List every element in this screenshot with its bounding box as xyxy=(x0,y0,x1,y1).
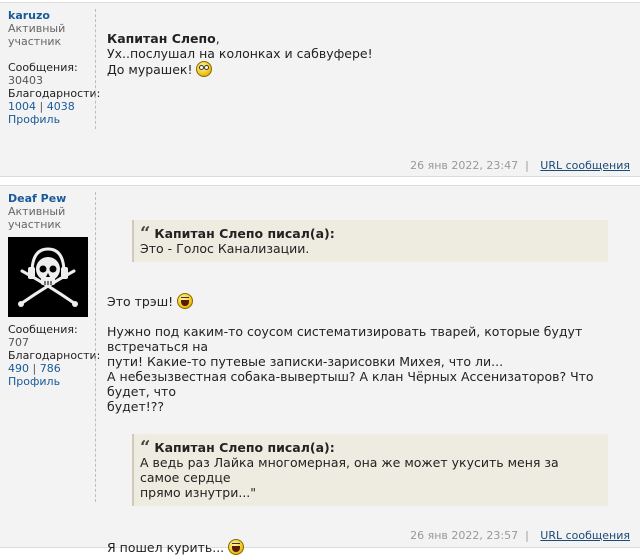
laughing-smiley-icon xyxy=(228,539,245,555)
avatar[interactable] xyxy=(8,237,88,317)
username-link[interactable]: Deaf Pew xyxy=(8,192,66,205)
post-footer: 26 янв 2022, 23:47 | URL сообщения xyxy=(410,159,630,172)
post-body: “ Капитан Слепо писал(а): Это - Голос Ка… xyxy=(107,220,630,555)
post-text-line: Ух..послушал на колонках и сабвуфере! xyxy=(107,46,373,61)
quote-text: Это - Голос Канализации. xyxy=(140,241,310,256)
thanks-given-link[interactable]: 490 xyxy=(8,362,29,375)
quote-mark-icon: “ xyxy=(140,436,151,458)
post-divider xyxy=(95,192,96,502)
messages-count: 707 xyxy=(8,336,29,349)
quote-block: “ Капитан Слепо писал(а): Это - Голос Ка… xyxy=(132,220,608,262)
post-karuzo: karuzo Активный участник Сообщения: 3040… xyxy=(0,2,640,177)
thanks-separator: | xyxy=(39,100,44,113)
messages-label: Сообщения: xyxy=(8,323,78,336)
laughing-smiley-icon xyxy=(177,293,194,309)
quote-mark-icon: “ xyxy=(140,222,151,244)
quote-author: Капитан Слепо писал(а): xyxy=(154,440,335,455)
thanks-separator: | xyxy=(32,362,37,375)
post-body: Капитан Слепо, Ух..послушал на колонках … xyxy=(107,31,630,77)
thanks-label: Благодарности: xyxy=(8,349,101,362)
post-text-line: будет!?? xyxy=(107,399,165,414)
thanks-received-link[interactable]: 4038 xyxy=(47,100,75,113)
post-text-line: А небезызвестная собака-вывертыш? А клан… xyxy=(107,369,594,399)
post-deaf-pew: Deaf Pew Активный участник Сообщения: 70… xyxy=(0,185,640,555)
messages-label: Сообщения: xyxy=(8,61,78,74)
rolling-eyes-smiley-icon xyxy=(196,61,213,77)
user-rank: Активный участник xyxy=(8,205,66,231)
addressee-suffix: , xyxy=(215,31,220,46)
thanks-given-link[interactable]: 1004 xyxy=(8,100,36,113)
post-text-line: Нужно под каким-то соусом систематизиров… xyxy=(107,324,583,354)
post-author-panel: Deaf Pew Активный участник Сообщения: 70… xyxy=(8,192,100,388)
post-author-panel: karuzo Активный участник Сообщения: 3040… xyxy=(8,9,100,126)
post-text-line: Это трэш! xyxy=(107,294,174,309)
thanks-label: Благодарности: xyxy=(8,87,101,100)
profile-link[interactable]: Профиль xyxy=(8,375,60,388)
post-divider xyxy=(95,9,96,129)
quote-text: А ведь раз Лайка многомерная, она же мож… xyxy=(140,455,559,485)
post-timestamp: 26 янв 2022, 23:57 xyxy=(410,529,519,542)
quote-author: Капитан Слепо писал(а): xyxy=(154,226,335,241)
messages-count: 30403 xyxy=(8,74,43,87)
quote-text: прямо изнутри..." xyxy=(140,485,257,500)
post-url-link[interactable]: URL сообщения xyxy=(540,159,630,172)
username-link[interactable]: karuzo xyxy=(8,9,50,22)
user-rank: Активный участник xyxy=(8,22,66,48)
addressee-name[interactable]: Капитан Слепо xyxy=(107,31,216,46)
post-url-link[interactable]: URL сообщения xyxy=(540,529,630,542)
post-text-line: До мурашек! xyxy=(107,62,193,77)
post-text-line: пути! Какие-то путевые записки-зарисовки… xyxy=(107,354,504,369)
post-footer: 26 янв 2022, 23:57 | URL сообщения xyxy=(410,529,630,542)
thanks-received-link[interactable]: 786 xyxy=(40,362,61,375)
quote-block: “ Капитан Слепо писал(а): А ведь раз Лай… xyxy=(132,434,608,506)
profile-link[interactable]: Профиль xyxy=(8,113,60,126)
post-timestamp: 26 янв 2022, 23:47 xyxy=(410,159,519,172)
